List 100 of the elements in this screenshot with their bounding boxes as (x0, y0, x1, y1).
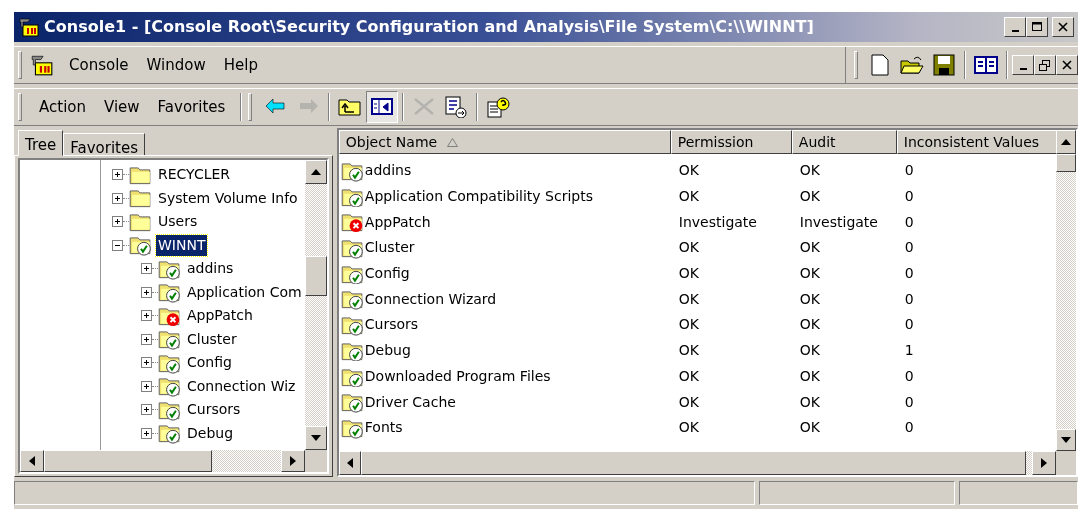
menu-item[interactable]: Favorites (148, 93, 235, 121)
column-header[interactable]: Object Name (338, 130, 671, 154)
object-name[interactable]: Debug (364, 340, 411, 362)
export-list-icon (444, 96, 469, 118)
menu-item[interactable]: Help (214, 51, 267, 79)
up-folder-icon (338, 96, 363, 118)
column-header[interactable]: Audit (791, 130, 897, 154)
close-button[interactable] (1052, 17, 1074, 37)
menu-item[interactable]: Window (137, 51, 215, 79)
column-header[interactable]: Inconsistent Values (896, 130, 1057, 154)
minimize-icon (1019, 68, 1027, 70)
tree-item[interactable]: Application Com (185, 281, 304, 303)
tree-item[interactable]: Config (185, 352, 234, 374)
tree-pane-button[interactable] (366, 91, 399, 123)
object-name[interactable]: addins (364, 160, 412, 182)
scroll-right-icon (1041, 458, 1047, 468)
object-name[interactable]: Cluster (364, 237, 415, 259)
menu-item[interactable]: Action (30, 93, 95, 121)
tree-item[interactable]: Cursors (185, 399, 243, 421)
close-icon (1062, 60, 1072, 70)
expand-icon[interactable] (141, 357, 152, 369)
table-cell-text: Investigate (798, 212, 879, 232)
object-name[interactable]: Connection Wizard (364, 288, 497, 310)
table-cell-text: OK (798, 264, 821, 284)
tree-item[interactable]: Users (156, 211, 200, 233)
tree-item[interactable]: Connection Wiz (185, 375, 298, 397)
table-cell-text: OK (677, 161, 700, 181)
expand-icon[interactable] (112, 192, 123, 204)
scroll-down-icon (310, 435, 321, 441)
maximize-icon (1031, 22, 1043, 32)
object-name[interactable]: Driver Cache (364, 391, 456, 413)
restore-icon (1039, 59, 1051, 71)
tree-item[interactable]: RECYCLER (156, 164, 233, 186)
scroll-up-icon (310, 169, 321, 175)
expand-icon[interactable] (141, 380, 152, 392)
expand-icon[interactable] (141, 427, 152, 439)
tree-item[interactable]: WINNT (156, 234, 208, 256)
table-cell-text: OK (798, 418, 821, 438)
scroll-up-icon (1061, 139, 1072, 145)
scroll-left-icon (346, 458, 353, 468)
scroll-thumb[interactable] (44, 450, 212, 472)
table-cell-text: OK (798, 315, 821, 335)
minimize-button[interactable] (1004, 17, 1026, 37)
minimize-button[interactable] (1012, 55, 1034, 75)
menu-item[interactable]: View (95, 93, 149, 121)
maximize-button[interactable] (1026, 17, 1048, 37)
table-cell-text: OK (677, 366, 700, 386)
table-cell-text: OK (798, 366, 821, 386)
sort-arrow-icon (447, 137, 459, 147)
table-cell-text: OK (798, 341, 821, 361)
menu-item[interactable]: Console (60, 51, 138, 79)
column-header[interactable]: Permission (670, 130, 792, 154)
table-cell-text: 0 (903, 289, 915, 309)
table-cell-text: OK (798, 392, 821, 412)
object-name[interactable]: AppPatch (364, 211, 431, 233)
object-name[interactable]: Downloaded Program Files (364, 365, 551, 387)
close-button[interactable] (1056, 55, 1078, 75)
console-app-icon (18, 16, 40, 38)
table-cell-text: OK (798, 187, 821, 207)
table-cell-text: OK (677, 187, 700, 207)
table-cell-text: 0 (903, 238, 915, 258)
table-cell-text: OK (677, 418, 700, 438)
table-cell-text: 0 (903, 366, 915, 386)
table-cell-text: 0 (903, 392, 915, 412)
expand-icon[interactable] (141, 404, 152, 416)
table-cell-text: 0 (903, 161, 915, 181)
tree-item[interactable]: AppPatch (185, 305, 255, 327)
expand-icon[interactable] (141, 286, 152, 298)
tab[interactable]: Tree (18, 130, 64, 156)
tree-item[interactable]: Cluster (185, 328, 239, 350)
table-cell-text: 0 (903, 264, 915, 284)
tree-item[interactable]: System Volume Info (156, 187, 300, 209)
scroll-left-icon (29, 456, 35, 466)
scroll-right-icon (289, 456, 296, 466)
expand-icon[interactable] (112, 169, 123, 181)
vertical-scrollbar[interactable] (304, 160, 327, 450)
vertical-scrollbar[interactable] (1056, 130, 1076, 451)
expand-icon[interactable] (112, 216, 123, 228)
tab[interactable]: Favorites (63, 133, 146, 156)
table-cell-text: Investigate (677, 212, 758, 232)
table-cell-text: OK (798, 289, 821, 309)
tree-item[interactable]: Debug (185, 422, 236, 444)
tree-item[interactable]: addins (185, 258, 236, 280)
scroll-thumb[interactable] (304, 256, 327, 296)
table-cell-text: 0 (903, 187, 915, 207)
expand-icon[interactable] (141, 310, 152, 322)
collapse-icon[interactable] (112, 239, 123, 251)
object-name[interactable]: Cursors (364, 314, 419, 336)
table-cell-text: OK (677, 392, 700, 412)
expand-icon[interactable] (141, 263, 152, 275)
expand-icon[interactable] (141, 333, 152, 345)
table-cell-text: OK (677, 264, 700, 284)
horizontal-scrollbar[interactable] (20, 450, 327, 472)
table-cell-text: OK (677, 341, 700, 361)
scroll-thumb[interactable] (1056, 154, 1076, 172)
object-name[interactable]: Application Compatibility Scripts (364, 186, 593, 208)
object-name[interactable]: Fonts (364, 417, 403, 439)
object-name[interactable]: Config (364, 263, 410, 285)
table-cell-text: OK (798, 161, 821, 181)
restore-button[interactable] (1034, 55, 1056, 75)
